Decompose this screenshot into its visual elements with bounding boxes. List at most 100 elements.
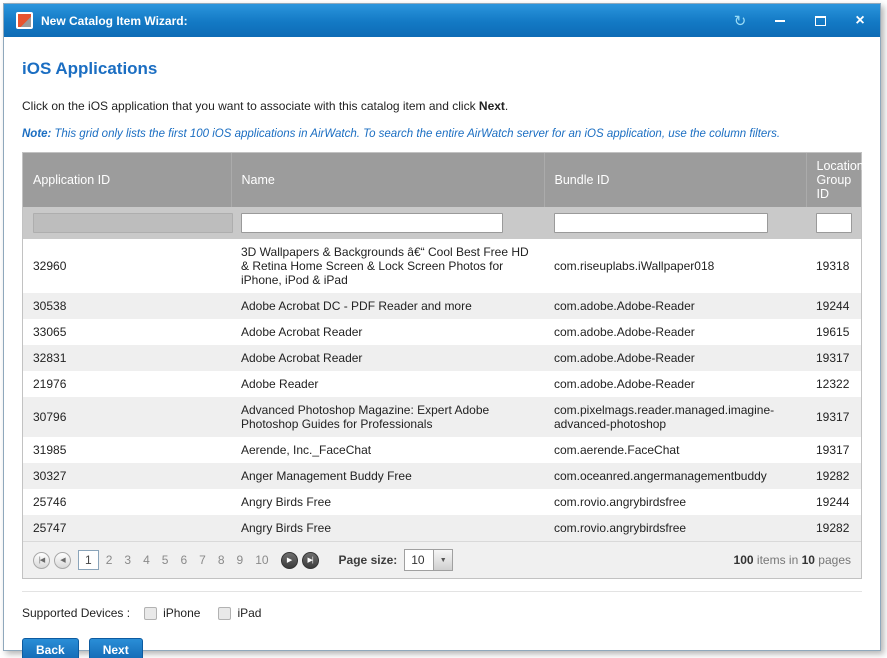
pager-page[interactable]: 10 [250, 551, 273, 569]
pager-page-current[interactable]: 1 [78, 550, 99, 570]
table-row[interactable]: 30327 Anger Management Buddy Free com.oc… [23, 463, 861, 489]
cell-location-group-id: 12322 [806, 371, 861, 397]
close-button[interactable]: × [852, 13, 868, 29]
next-button[interactable]: Next [89, 638, 143, 658]
pager-page[interactable]: 3 [119, 551, 136, 569]
window-title: New Catalog Item Wizard: [41, 14, 188, 28]
wizard-footer: Supported Devices : iPhone iPad Back Nex… [22, 579, 862, 658]
note-label: Note: [22, 128, 51, 140]
cell-location-group-id: 19317 [806, 397, 861, 437]
table-row[interactable]: 31985 Aerende, Inc._FaceChat com.aerende… [23, 437, 861, 463]
minimize-button[interactable] [772, 13, 788, 29]
refresh-icon[interactable]: ↻ [732, 13, 748, 29]
cell-bundle-id: com.rovio.angrybirdsfree [544, 489, 806, 515]
table-row[interactable]: 25747 Angry Birds Free com.rovio.angrybi… [23, 515, 861, 541]
note-text: Note:This grid only lists the first 100 … [22, 128, 862, 140]
chevron-down-icon: ▼ [433, 550, 452, 570]
pager-first-button[interactable]: |◀ [33, 552, 50, 569]
page-size-control: Page size: 10 ▼ [339, 549, 454, 571]
column-header-application-id[interactable]: Application ID [23, 153, 231, 207]
cell-application-id: 30538 [23, 293, 231, 319]
app-logo-icon [16, 12, 33, 29]
filter-application-id-input[interactable] [33, 213, 233, 233]
ipad-checkbox[interactable] [218, 607, 231, 620]
pager-page[interactable]: 9 [232, 551, 249, 569]
page-size-value: 10 [405, 553, 433, 567]
maximize-icon [815, 16, 826, 26]
cell-location-group-id: 19317 [806, 345, 861, 371]
pager-page[interactable]: 4 [138, 551, 155, 569]
instruction-bold: Next [479, 99, 505, 113]
table-row[interactable]: 32831 Adobe Acrobat Reader com.adobe.Ado… [23, 345, 861, 371]
pager-info: 100 items in 10 pages [734, 553, 851, 567]
note-body: This grid only lists the first 100 iOS a… [54, 128, 780, 140]
cell-location-group-id: 19282 [806, 463, 861, 489]
cell-bundle-id: com.pixelmags.reader.managed.imagine-adv… [544, 397, 806, 437]
column-header-location-group-id[interactable]: Location Group ID [806, 153, 861, 207]
pager: |◀ ◀ 12345678910 ▶ ▶| Page size: 10 ▼ 10… [23, 541, 861, 578]
pager-page[interactable]: 8 [213, 551, 230, 569]
cell-name: Advanced Photoshop Magazine: Expert Adob… [231, 397, 544, 437]
filter-bundle-id-input[interactable] [554, 213, 768, 233]
cell-name: Angry Birds Free [231, 489, 544, 515]
pager-page[interactable]: 7 [194, 551, 211, 569]
cell-name: Anger Management Buddy Free [231, 463, 544, 489]
cell-bundle-id: com.adobe.Adobe-Reader [544, 293, 806, 319]
pager-pages: 12345678910 [77, 550, 275, 570]
pager-page[interactable]: 5 [157, 551, 174, 569]
cell-location-group-id: 19318 [806, 239, 861, 293]
action-buttons: Back Next [22, 620, 862, 658]
instruction-end: . [505, 99, 508, 113]
cell-application-id: 31985 [23, 437, 231, 463]
filter-location-group-id-input[interactable] [816, 213, 852, 233]
window-controls: ↻ × [732, 13, 868, 29]
cell-application-id: 30796 [23, 397, 231, 437]
cell-location-group-id: 19282 [806, 515, 861, 541]
pager-next-button[interactable]: ▶ [281, 552, 298, 569]
pager-pages-count: 10 [802, 553, 815, 567]
cell-location-group-id: 19317 [806, 437, 861, 463]
cell-bundle-id: com.oceanred.angermanagementbuddy [544, 463, 806, 489]
cell-location-group-id: 19244 [806, 293, 861, 319]
cell-name: Adobe Acrobat DC - PDF Reader and more [231, 293, 544, 319]
table-row[interactable]: 33065 Adobe Acrobat Reader com.adobe.Ado… [23, 319, 861, 345]
iphone-checkbox[interactable] [144, 607, 157, 620]
pager-page[interactable]: 2 [101, 551, 118, 569]
header-row: Application ID Name Bundle ID Location G… [23, 153, 861, 207]
filter-row [23, 207, 861, 239]
filter-name-input[interactable] [241, 213, 503, 233]
pager-last-button[interactable]: ▶| [302, 552, 319, 569]
pager-page[interactable]: 6 [175, 551, 192, 569]
page-size-dropdown[interactable]: 10 ▼ [404, 549, 453, 571]
table-row[interactable]: 21976 Adobe Reader com.adobe.Adobe-Reade… [23, 371, 861, 397]
cell-name: Aerende, Inc._FaceChat [231, 437, 544, 463]
cell-name: 3D Wallpapers & Backgrounds â€“ Cool Bes… [231, 239, 544, 293]
table-row[interactable]: 25746 Angry Birds Free com.rovio.angrybi… [23, 489, 861, 515]
pager-items-text: items in [757, 553, 798, 567]
cell-application-id: 32831 [23, 345, 231, 371]
maximize-button[interactable] [812, 13, 828, 29]
cell-application-id: 21976 [23, 371, 231, 397]
minimize-icon [775, 20, 785, 22]
supported-devices-label: Supported Devices : [22, 606, 130, 620]
title-bar: New Catalog Item Wizard: ↻ × [4, 4, 880, 37]
back-button[interactable]: Back [22, 638, 79, 658]
cell-bundle-id: com.adobe.Adobe-Reader [544, 319, 806, 345]
column-header-bundle-id[interactable]: Bundle ID [544, 153, 806, 207]
cell-name: Angry Birds Free [231, 515, 544, 541]
table-row[interactable]: 32960 3D Wallpapers & Backgrounds â€“ Co… [23, 239, 861, 293]
pager-prev-button[interactable]: ◀ [54, 552, 71, 569]
table-row[interactable]: 30796 Advanced Photoshop Magazine: Exper… [23, 397, 861, 437]
column-header-name[interactable]: Name [231, 153, 544, 207]
ipad-checkbox-label: iPad [237, 606, 261, 620]
instruction-prefix: Click on the iOS application that you wa… [22, 99, 479, 113]
cell-application-id: 25747 [23, 515, 231, 541]
pager-items-count: 100 [734, 553, 754, 567]
cell-name: Adobe Acrobat Reader [231, 319, 544, 345]
cell-location-group-id: 19244 [806, 489, 861, 515]
cell-bundle-id: com.aerende.FaceChat [544, 437, 806, 463]
cell-application-id: 32960 [23, 239, 231, 293]
table-row[interactable]: 30538 Adobe Acrobat DC - PDF Reader and … [23, 293, 861, 319]
supported-devices-row: Supported Devices : iPhone iPad [22, 592, 862, 620]
cell-bundle-id: com.rovio.angrybirdsfree [544, 515, 806, 541]
